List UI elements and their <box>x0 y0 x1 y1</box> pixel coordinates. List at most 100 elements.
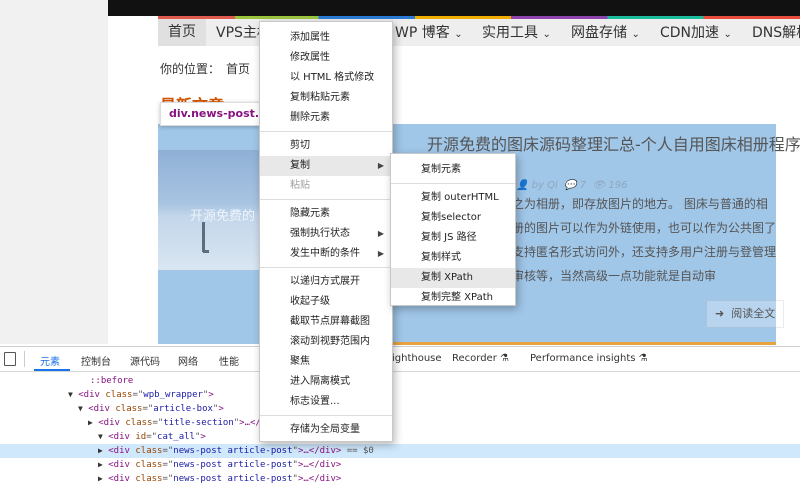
dom-node-row[interactable]: ▼ <div class="article-box"> <box>0 402 800 416</box>
post-excerpt: 之为相册，即存放图片的地方。 图床与普通的相册的图片可以作为外链使用，也可以作为… <box>512 197 777 283</box>
attr-value: news-post article-post <box>173 474 293 484</box>
dom-node-row[interactable]: ▶ <div class="title-section">…</ <box>0 416 800 430</box>
context-menu-item[interactable]: 滚动到视野范围内 <box>260 332 392 352</box>
nav-item-wp-blog[interactable]: WP 博客 ⌄ <box>395 22 463 42</box>
nav-item-wp-blog-label: WP 博客 <box>395 25 450 41</box>
context-menu-item[interactable]: 截取节点屏幕截图 <box>260 312 392 332</box>
context-menu-item-label: 收起子级 <box>290 296 330 307</box>
caret-down-icon[interactable]: ▼ <box>98 432 103 441</box>
dom-node-row[interactable]: ▼ <div id="cat_all"> <box>0 430 800 444</box>
context-menu-item-label: 强制执行状态 <box>290 228 350 239</box>
context-menu-item-label: 截取节点屏幕截图 <box>290 316 370 327</box>
attr-name: class <box>135 460 163 470</box>
caret-right-icon[interactable]: ▶ <box>98 446 103 455</box>
nav-item-tools-label: 实用工具 <box>482 25 538 41</box>
nav-item-tools[interactable]: 实用工具 ⌄ <box>482 22 551 42</box>
copy-submenu-item[interactable]: 复制 XPath <box>391 268 515 288</box>
tag-tail: > <box>218 404 224 414</box>
attr-name: class <box>135 446 163 456</box>
tag-name: div <box>113 460 130 470</box>
context-menu-item[interactable]: 复制粘贴元素 <box>260 88 392 108</box>
context-menu-item[interactable]: 标志设置... <box>260 392 392 412</box>
tag-name: div <box>103 418 120 428</box>
context-menu-item[interactable]: 进入隔离模式 <box>260 372 392 392</box>
tab-network[interactable]: 网络 <box>178 353 198 368</box>
device-toolbar-icon[interactable] <box>4 352 16 366</box>
context-menu-item[interactable]: 删除元素 <box>260 108 392 128</box>
tag-tail: >…</ <box>239 418 261 428</box>
tab-console[interactable]: 控制台 <box>81 353 111 368</box>
context-menu-item-label: 聚焦 <box>290 356 310 367</box>
post-title-link[interactable]: 开源免费的图床源码整理汇总-个人自用图床相册程序 <box>427 131 800 155</box>
context-menu-item[interactable]: 发生中断的条件 ▶ <box>260 244 392 264</box>
dom-node-row[interactable]: ▶ <div class="news-post article-post">…<… <box>0 472 800 486</box>
nav-item-cdn[interactable]: CDN加速 ⌄ <box>660 22 732 42</box>
copy-submenu-item-label: 复制样式 <box>421 252 461 263</box>
attr-eq: =" <box>152 418 164 428</box>
breadcrumb-home-link[interactable]: 首页 <box>226 60 250 77</box>
dom-node-row[interactable]: ▶ <div class="news-post article-post">…<… <box>0 458 800 472</box>
context-menu-item-label: 复制粘贴元素 <box>290 92 350 103</box>
devtools-tab-bar: 元素 控制台 源代码 网络 性能 ighthouse Recorder ⚗ Pe… <box>0 347 800 372</box>
tag-name: div <box>93 404 110 414</box>
context-menu-item[interactable]: 收起子级 <box>260 292 392 312</box>
copy-submenu-item[interactable]: 复制完整 XPath <box>391 288 515 308</box>
tag-tail: > <box>200 432 206 442</box>
read-more-button[interactable]: ➜ 阅读全文 <box>706 300 785 328</box>
nav-item-home[interactable]: 首页 <box>158 19 206 46</box>
pseudo-element: ::before <box>90 376 134 386</box>
post-comments-count: 7 <box>579 180 587 191</box>
caret-right-icon[interactable]: ▶ <box>88 418 93 427</box>
tab-recorder[interactable]: Recorder ⚗ <box>452 353 509 364</box>
attr-value: wpb_wrapper <box>143 390 203 400</box>
copy-submenu-item[interactable]: 复制 outerHTML <box>391 188 515 208</box>
nav-item-storage[interactable]: 网盘存储 ⌄ <box>571 22 640 42</box>
tab-sources[interactable]: 源代码 <box>130 353 160 368</box>
post-bottom-border <box>390 342 776 345</box>
context-menu-item[interactable]: 复制 ▶ <box>260 156 392 176</box>
attr-eq: =" <box>132 390 144 400</box>
comment-icon: 💬 <box>564 180 577 191</box>
caret-right-icon[interactable]: ▶ <box>98 460 103 469</box>
dom-node-row[interactable]: ▼ <div class="wpb_wrapper"> <box>0 388 800 402</box>
context-menu-item[interactable]: 隐藏元素 <box>260 204 392 224</box>
context-menu-item-label: 隐藏元素 <box>290 208 330 219</box>
tag-name: div <box>113 432 130 442</box>
post-thumbnail-caption: 开源免费的 <box>190 209 256 224</box>
copy-submenu-item[interactable]: 复制元素 <box>391 160 515 180</box>
copy-submenu-item-label: 复制 JS 路径 <box>421 232 477 243</box>
context-menu-item[interactable]: 修改属性 <box>260 48 392 68</box>
context-menu-item[interactable]: 聚焦 <box>260 352 392 372</box>
dom-node-row[interactable]: ▶ <div class="news-post article-post">…<… <box>0 444 800 458</box>
tab-performance-insights-label: Performance insights <box>530 353 636 364</box>
context-menu-item[interactable]: 存储为全局变量 <box>260 420 392 440</box>
breadcrumb-label: 你的位置： <box>160 62 221 76</box>
context-menu-item[interactable]: 添加属性 <box>260 28 392 48</box>
flask-icon: ⚗ <box>638 353 648 364</box>
context-menu-item-label: 复制 <box>290 160 310 171</box>
caret-down-icon[interactable]: ▼ <box>68 390 73 399</box>
copy-submenu-item[interactable]: 复制样式 <box>391 248 515 268</box>
dom-node-row[interactable]: ::before <box>0 374 800 388</box>
context-menu-item-label: 以递归方式展开 <box>290 276 360 287</box>
context-menu-item[interactable]: 粘贴 <box>260 176 392 196</box>
copy-submenu-item[interactable]: 复制 JS 路径 <box>391 228 515 248</box>
caret-right-icon[interactable]: ▶ <box>98 474 103 483</box>
context-menu-item[interactable]: 以递归方式展开 <box>260 272 392 292</box>
tab-performance-insights[interactable]: Performance insights ⚗ <box>530 353 648 364</box>
flask-icon: ⚗ <box>500 353 509 364</box>
tab-performance[interactable]: 性能 <box>219 353 239 368</box>
menu-separator <box>391 183 515 184</box>
caret-down-icon[interactable]: ▼ <box>78 404 83 413</box>
tab-lighthouse[interactable]: ighthouse <box>392 353 442 364</box>
submenu-arrow-icon: ▶ <box>377 229 384 238</box>
tab-elements[interactable]: 元素 <box>40 353 60 368</box>
tab-recorder-label: Recorder <box>452 353 497 364</box>
copy-submenu-item-label: 复制 XPath <box>421 272 473 283</box>
attr-value: news-post article-post <box>173 446 293 456</box>
nav-item-dns[interactable]: DNS解析 <box>752 22 800 42</box>
context-menu-item[interactable]: 以 HTML 格式修改 <box>260 68 392 88</box>
copy-submenu-item[interactable]: 复制selector <box>391 208 515 228</box>
context-menu-item[interactable]: 强制执行状态 ▶ <box>260 224 392 244</box>
context-menu-item[interactable]: 剪切 <box>260 136 392 156</box>
